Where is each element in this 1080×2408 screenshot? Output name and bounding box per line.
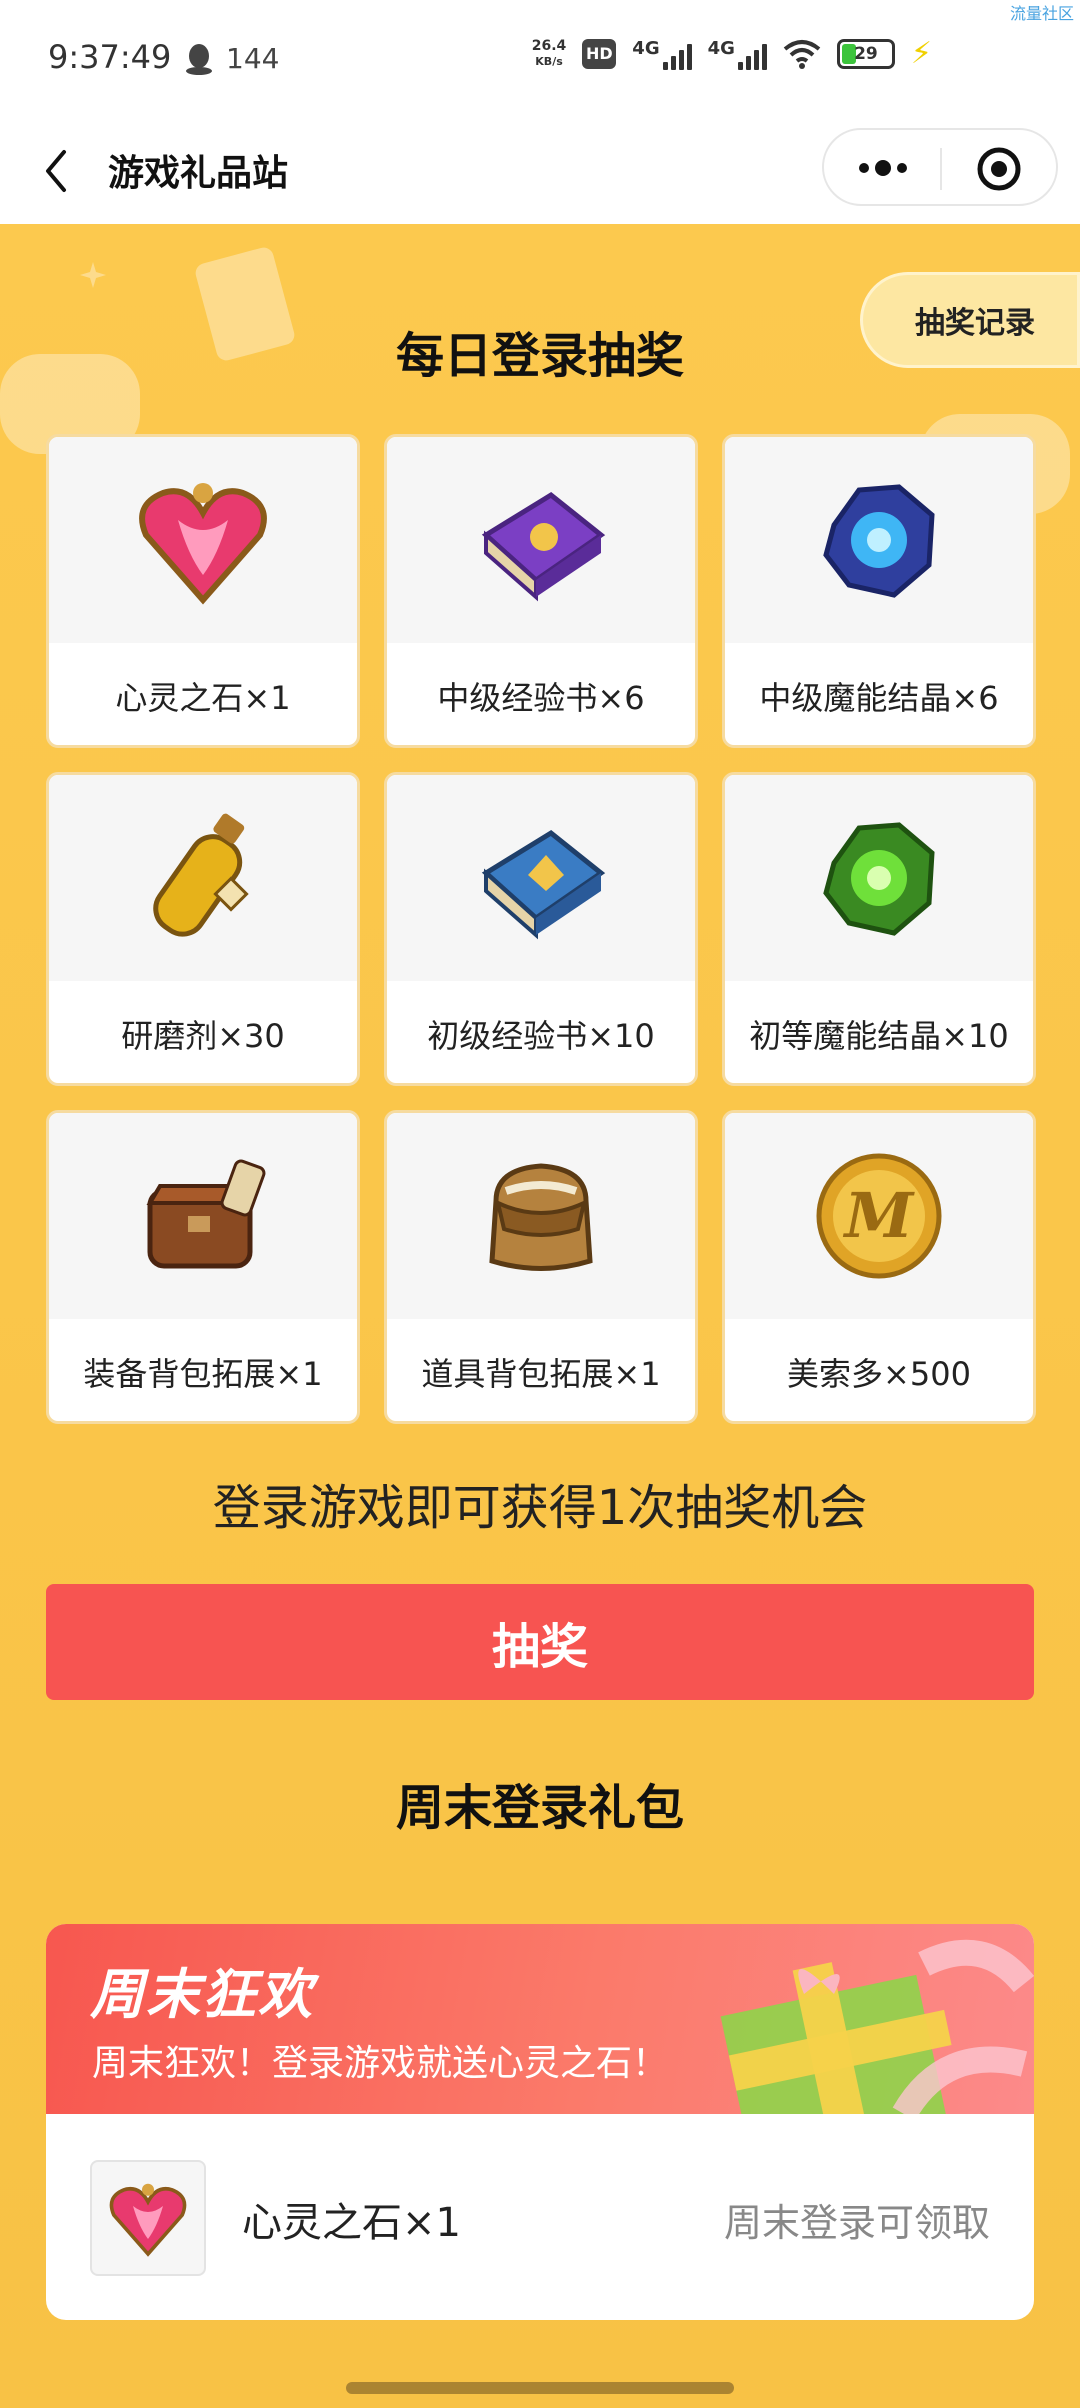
prize-card: M 美索多×500 — [722, 1110, 1036, 1424]
prize-card: 心灵之石×1 — [46, 434, 360, 748]
heart-gem-icon — [139, 483, 267, 605]
prize-label: 中级经验书×6 — [437, 678, 645, 717]
signal-icon-2: 4G — [708, 38, 767, 70]
decor-star-icon — [80, 262, 106, 288]
brown-bag-icon — [146, 1159, 266, 1269]
prize-card: 中级魔能结晶×6 — [722, 434, 1036, 748]
prize-card: 初等魔能结晶×10 — [722, 772, 1036, 1086]
backpack-icon — [489, 1163, 593, 1271]
prize-card: 研磨剂×30 — [46, 772, 360, 1086]
green-crystal-icon — [823, 822, 935, 936]
gold-coin-icon: M — [816, 1153, 942, 1279]
weekend-banner-subtitle: 周末狂欢！登录游戏就送心灵之石！ — [92, 2043, 669, 2084]
wifi-icon — [783, 39, 821, 69]
blue-crystal-icon — [823, 484, 935, 598]
status-time: 9:37:49 — [48, 38, 172, 76]
prize-label: 美索多×500 — [787, 1354, 971, 1393]
prize-card: 装备背包拓展×1 — [46, 1110, 360, 1424]
prize-grid: 心灵之石×1 中级经验书×6 中级魔能结晶×6 研磨剂×30 初级经验书×10 … — [46, 434, 1036, 1424]
main-content: 抽奖记录 每日登录抽奖 心灵之石×1 中级经验书×6 中级魔能结晶×6 研磨剂×… — [0, 224, 1080, 2408]
weekend-gift-card: 周末狂欢 周末狂欢！登录游戏就送心灵之石！ 心灵之石×1 周末登录可领取 — [46, 1924, 1034, 2320]
watermark: 流量社区 — [1009, 4, 1074, 23]
more-dots-icon[interactable] — [854, 150, 912, 186]
target-close-icon[interactable] — [976, 146, 1022, 192]
hd-icon: HD — [582, 38, 617, 69]
network-speed: 26.4 KB/s — [531, 37, 567, 68]
draw-button[interactable]: 抽奖 — [46, 1584, 1034, 1700]
notification-count: 144 — [226, 42, 280, 75]
weekend-gift-title: 周末登录礼包 — [395, 1780, 684, 1836]
prize-card: 道具背包拓展×1 — [384, 1110, 698, 1424]
weekend-reward-thumb — [90, 2160, 206, 2276]
blue-book-icon — [481, 829, 606, 940]
prize-label: 心灵之石×1 — [115, 678, 291, 717]
status-icons: 26.4 KB/s HD 4G 4G 29 ⚡ — [532, 36, 932, 71]
lottery-hint: 登录游戏即可获得1次抽奖机会 — [212, 1480, 868, 1536]
heart-gem-icon — [109, 2183, 187, 2257]
weekend-reward-row: 心灵之石×1 周末登录可领取 — [46, 2114, 1034, 2320]
battery-icon: 29 — [836, 38, 895, 69]
prize-card: 中级经验书×6 — [384, 434, 698, 748]
home-indicator[interactable] — [346, 2382, 734, 2394]
potion-bottle-icon — [153, 813, 249, 937]
prize-label: 初级经验书×10 — [427, 1016, 655, 1055]
purple-book-icon — [481, 491, 606, 602]
svg-text:M: M — [843, 1179, 916, 1252]
weekend-reward-status: 周末登录可领取 — [723, 2201, 990, 2245]
charging-icon: ⚡ — [910, 36, 932, 71]
nav-bar: 游戏礼品站 — [0, 118, 1080, 224]
prize-label: 初等魔能结晶×10 — [749, 1016, 1009, 1055]
mini-program-capsule — [822, 128, 1058, 206]
prize-label: 装备背包拓展×1 — [83, 1354, 323, 1393]
weekend-reward-name: 心灵之石×1 — [242, 2200, 461, 2246]
back-arrow-icon[interactable] — [34, 142, 84, 200]
qq-icon — [186, 44, 212, 75]
prize-label: 中级魔能结晶×6 — [759, 678, 999, 717]
signal-icon: 4G — [632, 38, 692, 70]
weekend-banner-title: 周末狂欢 — [90, 1963, 314, 2026]
daily-lottery-title: 每日登录抽奖 — [395, 328, 684, 384]
prize-label: 研磨剂×30 — [121, 1016, 285, 1055]
prize-card: 初级经验书×10 — [384, 772, 698, 1086]
status-bar: 9:37:49 144 26.4 KB/s HD 4G 4G 29 ⚡ 流量社区 — [0, 0, 1080, 118]
prize-label: 道具背包拓展×1 — [421, 1354, 661, 1393]
capsule-divider — [940, 148, 942, 190]
page-title: 游戏礼品站 — [108, 153, 289, 194]
gift-box-icon — [720, 1939, 1034, 2114]
weekend-banner: 周末狂欢 周末狂欢！登录游戏就送心灵之石！ — [46, 1924, 1034, 2114]
